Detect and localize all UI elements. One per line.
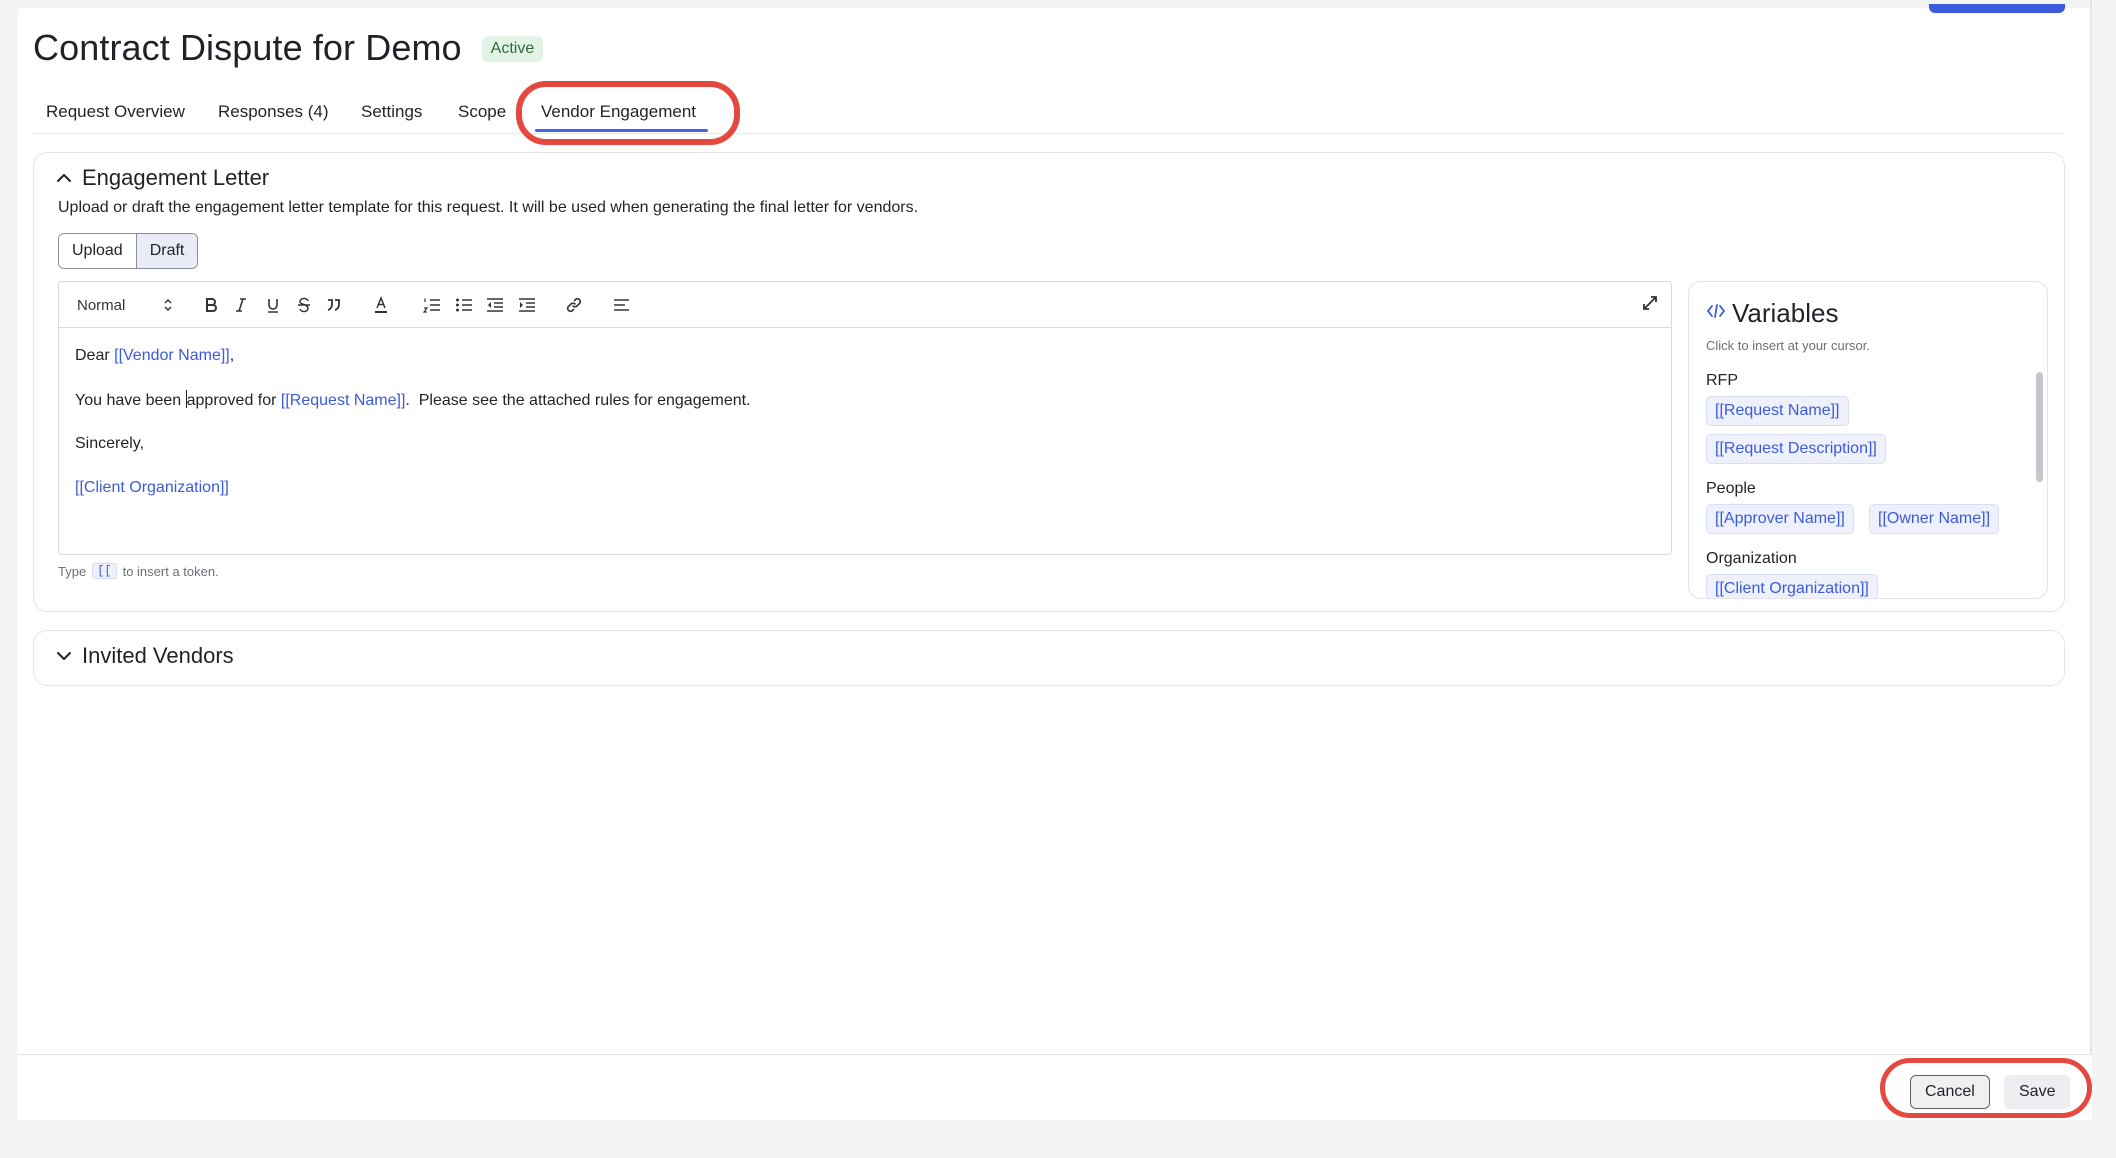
code-icon bbox=[1706, 303, 1726, 324]
upload-mode-button[interactable]: Upload bbox=[59, 234, 136, 268]
cancel-button[interactable]: Cancel bbox=[1910, 1075, 1990, 1109]
sort-arrows-icon bbox=[163, 298, 173, 312]
action-footer bbox=[18, 1054, 2092, 1120]
engagement-letter-title: Engagement Letter bbox=[82, 165, 270, 190]
tab-vendor-engagement[interactable]: Vendor Engagement bbox=[534, 94, 709, 134]
engagement-letter-header[interactable]: Engagement Letter bbox=[54, 165, 269, 191]
variable-chip-owner-name[interactable]: [[Owner Name]] bbox=[1869, 504, 2000, 534]
text-color-icon[interactable] bbox=[371, 293, 391, 317]
variables-title: Variables bbox=[1732, 298, 1839, 328]
tab-responses[interactable]: Responses (4) bbox=[218, 94, 329, 134]
engagement-letter-panel: Engagement Letter Upload or draft the en… bbox=[33, 152, 2065, 612]
hint-token-code: [[ bbox=[92, 563, 117, 579]
variables-panel: Variables Click to insert at your cursor… bbox=[1688, 281, 2048, 599]
letter-editor: Normal Dear [[Vendor Name]], You have be… bbox=[58, 281, 1672, 555]
variable-group-organization-label: Organization bbox=[1706, 550, 1797, 567]
ordered-list-icon[interactable] bbox=[421, 293, 443, 317]
client-organization-token: [[Client Organization]] bbox=[75, 479, 229, 496]
letter-line-signoff: Sincerely, bbox=[75, 434, 1655, 478]
paragraph-format-select[interactable]: Normal bbox=[77, 293, 173, 317]
engagement-letter-description: Upload or draft the engagement letter te… bbox=[58, 199, 919, 216]
chevron-up-icon bbox=[54, 168, 74, 188]
blockquote-icon[interactable] bbox=[324, 293, 344, 317]
variables-subtitle: Click to insert at your cursor. bbox=[1706, 338, 1870, 353]
save-button[interactable]: Save bbox=[2004, 1075, 2071, 1109]
editor-toolbar: Normal bbox=[59, 282, 1671, 328]
variable-group-rfp-label: RFP bbox=[1706, 372, 1738, 389]
tab-bar: Request Overview Responses (4) Settings … bbox=[32, 94, 2064, 134]
letter-line-greeting: Dear [[Vendor Name]], bbox=[75, 346, 1655, 390]
page-header: Contract Dispute for Demo Active bbox=[33, 22, 544, 74]
chevron-down-icon bbox=[54, 646, 74, 666]
variable-chip-request-description[interactable]: [[Request Description]] bbox=[1706, 434, 1886, 464]
variables-scrollbar[interactable] bbox=[2036, 372, 2043, 482]
invited-vendors-panel: Invited Vendors bbox=[33, 630, 2065, 686]
letter-body[interactable]: Dear [[Vendor Name]], You have been appr… bbox=[75, 346, 1655, 522]
hint-prefix: Type bbox=[58, 563, 87, 579]
variable-group-people-label: People bbox=[1706, 480, 1756, 497]
tab-request-overview[interactable]: Request Overview bbox=[46, 94, 185, 134]
paragraph-format-value: Normal bbox=[77, 296, 126, 314]
align-left-icon[interactable] bbox=[611, 293, 633, 317]
hint-suffix: to insert a token. bbox=[122, 563, 219, 579]
letter-text: approved for bbox=[186, 392, 281, 409]
request-name-token: [[Request Name]] bbox=[280, 392, 406, 409]
letter-mode-toggle: Upload Draft bbox=[58, 233, 199, 269]
page-scroll-edge bbox=[2090, 0, 2096, 1118]
page-title: Contract Dispute for Demo bbox=[33, 27, 462, 68]
invited-vendors-title: Invited Vendors bbox=[82, 643, 234, 668]
letter-text: . Please see the attached rules for enga… bbox=[405, 392, 751, 409]
letter-line-approval: You have been approved for [[Request Nam… bbox=[75, 390, 1655, 434]
letter-text: You have been bbox=[75, 392, 186, 409]
underline-icon[interactable] bbox=[263, 293, 283, 317]
bold-icon[interactable] bbox=[201, 293, 221, 317]
variables-header: Variables bbox=[1706, 298, 1838, 329]
vendor-name-token: [[Vendor Name]] bbox=[114, 347, 230, 364]
tab-scope[interactable]: Scope bbox=[458, 94, 506, 134]
italic-icon[interactable] bbox=[231, 293, 251, 317]
draft-mode-button[interactable]: Draft bbox=[135, 234, 198, 268]
variable-chip-approver-name[interactable]: [[Approver Name]] bbox=[1706, 504, 1854, 534]
bullet-list-icon[interactable] bbox=[453, 293, 475, 317]
letter-text: , bbox=[229, 347, 235, 364]
expand-icon[interactable] bbox=[1639, 291, 1661, 315]
strikethrough-icon[interactable] bbox=[294, 293, 314, 317]
letter-text: Sincerely, bbox=[75, 435, 145, 452]
letter-text: Dear bbox=[75, 347, 115, 364]
status-badge: Active bbox=[481, 36, 544, 62]
link-icon[interactable] bbox=[563, 293, 585, 317]
indent-icon[interactable] bbox=[516, 293, 538, 317]
invited-vendors-header[interactable]: Invited Vendors bbox=[54, 643, 234, 669]
tab-settings[interactable]: Settings bbox=[361, 94, 422, 134]
variable-chip-request-name[interactable]: [[Request Name]] bbox=[1706, 396, 1849, 426]
outdent-icon[interactable] bbox=[484, 293, 506, 317]
token-hint: Type [[ to insert a token. bbox=[58, 563, 219, 579]
letter-line-signature: [[Client Organization]] bbox=[75, 478, 1655, 522]
top-action-button-edge[interactable] bbox=[1929, 4, 2065, 13]
variable-chip-client-organization[interactable]: [[Client Organization]] bbox=[1706, 574, 1878, 598]
